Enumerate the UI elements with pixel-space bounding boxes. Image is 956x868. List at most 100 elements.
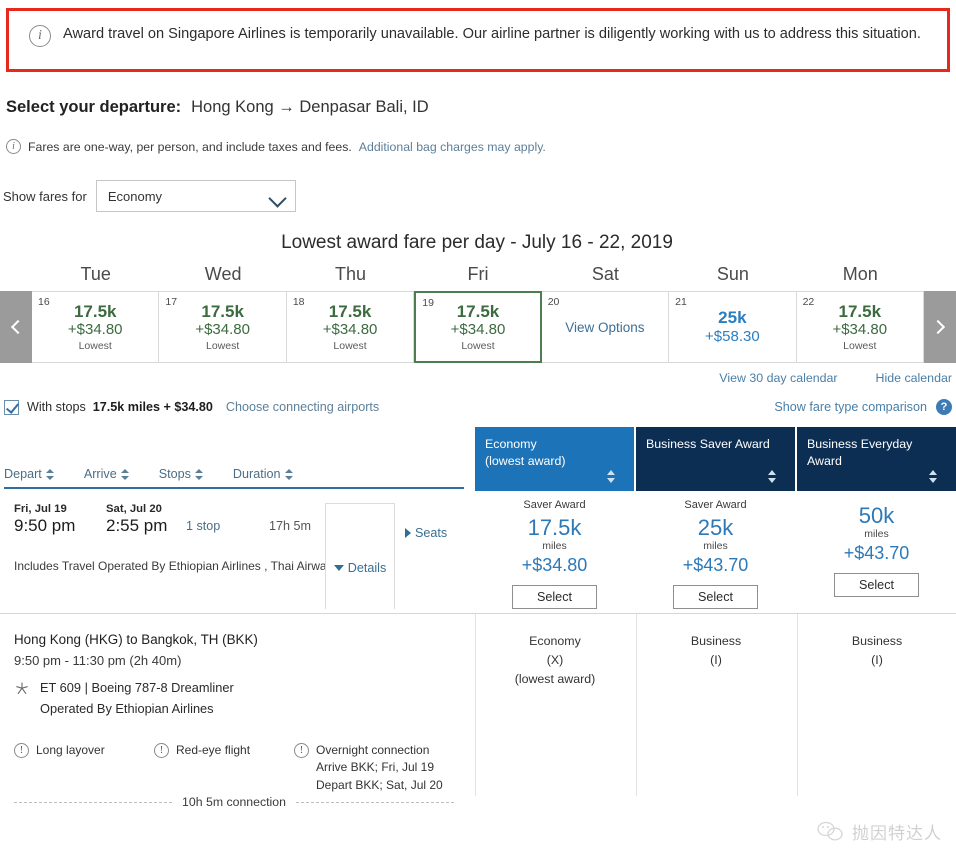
details-left-column: Hong Kong (HKG) to Bangkok, TH (BKK) 9:5… bbox=[0, 614, 468, 794]
fare-column-economy[interactable]: Economy (lowest award) bbox=[475, 427, 634, 491]
calendar-day-cell[interactable]: 21 25k +$58.30 bbox=[669, 291, 797, 363]
calendar-day-cell[interactable]: 22 17.5k +$34.80 Lowest bbox=[796, 291, 924, 363]
dashed-line-left bbox=[14, 801, 173, 803]
depart-date: Fri, Jul 19 bbox=[14, 503, 67, 515]
fare-column-subtitle: (lowest award) bbox=[485, 453, 566, 468]
alert-banner: i Award travel on Singapore Airlines is … bbox=[6, 8, 950, 72]
calendar-day-cell[interactable]: 16 17.5k +$34.80 Lowest bbox=[32, 291, 160, 363]
depart-time: 9:50 pm bbox=[14, 516, 76, 535]
day-note: Lowest bbox=[78, 340, 112, 353]
with-stops-checkbox[interactable] bbox=[4, 399, 19, 415]
seats-toggle[interactable]: Seats bbox=[405, 525, 447, 543]
sort-arrows-icon[interactable] bbox=[607, 470, 616, 483]
departure-route: Hong Kong → Denpasar Bali, ID bbox=[191, 98, 429, 116]
day-miles: 17.5k bbox=[838, 301, 882, 321]
cabin-class-select[interactable]: Economy bbox=[95, 180, 296, 212]
cabin-extra: (lowest award) bbox=[514, 672, 596, 687]
alert-icon: ! bbox=[294, 743, 309, 758]
calendar-title: Lowest award fare per day - July 16 - 22… bbox=[281, 232, 673, 253]
flight-number-aircraft: ET 609 | Boeing 787-8 Dreamliner bbox=[40, 680, 234, 695]
day-miles: 17.5k bbox=[328, 301, 372, 321]
note-overnight-connection: ! Overnight connection Arrive BKK; Fri, … bbox=[294, 742, 443, 794]
view-options-link[interactable]: View Options bbox=[565, 320, 644, 335]
day-number: 18 bbox=[292, 296, 305, 308]
cabin-code: (X) bbox=[546, 653, 564, 668]
sort-depart-label: Depart bbox=[4, 467, 42, 481]
fare-type-comparison-link[interactable]: Show fare type comparison bbox=[774, 400, 927, 414]
day-note: Lowest bbox=[333, 340, 367, 353]
day-miles: 17.5k bbox=[201, 301, 244, 321]
day-note: Lowest bbox=[205, 340, 240, 353]
fare-column-business-saver[interactable]: Business Saver Award bbox=[636, 427, 795, 491]
expanded-details-panel: Hong Kong (HKG) to Bangkok, TH (BKK) 9:5… bbox=[0, 613, 956, 813]
calendar-day-cell[interactable]: 17 17.5k +$34.80 Lowest bbox=[159, 291, 287, 363]
sort-stops[interactable]: Stops bbox=[159, 467, 203, 481]
watermark-text: 抛因特达人 bbox=[852, 824, 942, 843]
watermark: 抛因特达人 bbox=[816, 819, 942, 844]
fare-price-cells: Saver Award 17.5k miles +$34.80 Select S… bbox=[475, 491, 956, 610]
bag-charges-link[interactable]: Additional bag charges may apply. bbox=[359, 140, 546, 154]
arrive-date: Sat, Jul 20 bbox=[106, 503, 162, 515]
star-alliance-icon bbox=[16, 682, 28, 695]
fare-award-label: Saver Award bbox=[684, 499, 747, 511]
day-cash: +$34.80 bbox=[832, 321, 888, 339]
day-number: 20 bbox=[547, 296, 560, 308]
details-link[interactable]: Details bbox=[333, 526, 386, 609]
day-number: 21 bbox=[675, 296, 687, 308]
cabin-name: Economy bbox=[529, 634, 581, 648]
fare-cell-business-saver: Saver Award 25k miles +$43.70 Select bbox=[636, 491, 795, 610]
departure-heading: Select your departure: Hong Kong → Denpa… bbox=[6, 98, 956, 117]
fare-miles: 17.5k bbox=[527, 515, 582, 540]
seats-link[interactable]: Seats bbox=[405, 526, 447, 540]
sort-duration[interactable]: Duration bbox=[233, 467, 293, 481]
select-button-business-everyday[interactable]: Select bbox=[834, 573, 919, 598]
choose-connecting-airports-link[interactable]: Choose connecting airports bbox=[226, 400, 379, 414]
sort-arrows-icon[interactable] bbox=[929, 470, 938, 483]
dayname: Sat bbox=[591, 264, 619, 284]
calendar-day-cell[interactable]: 20 View Options bbox=[541, 291, 670, 363]
calendar-day-cell[interactable]: 18 17.5k +$34.80 Lowest bbox=[286, 291, 415, 363]
depart-cell: Fri, Jul 19 9:50 pm bbox=[14, 503, 106, 536]
dayname: Thu bbox=[335, 264, 367, 284]
sort-depart[interactable]: Depart bbox=[4, 467, 54, 481]
day-cash: +$34.80 bbox=[67, 321, 123, 339]
flight-result-row: Fri, Jul 19 9:50 pm Sat, Jul 20 2:55 pm … bbox=[0, 491, 956, 613]
fare-column-business-everyday[interactable]: Business Everyday Award bbox=[797, 427, 956, 491]
day-cash: +$34.80 bbox=[450, 321, 506, 339]
calendar-links: View 30 day calendar Hide calendar bbox=[0, 371, 956, 385]
calendar-daynames: Tue Wed Thu Fri Sat Sun Mon bbox=[0, 264, 956, 285]
seats-label: Seats bbox=[415, 526, 448, 540]
view-30-day-calendar-link[interactable]: View 30 day calendar bbox=[719, 371, 837, 385]
hide-calendar-link[interactable]: Hide calendar bbox=[876, 371, 952, 385]
segment-route: Hong Kong (HKG) to Bangkok, TH (BKK) bbox=[14, 632, 258, 647]
day-miles: 25k bbox=[718, 308, 747, 328]
calendar-next-button[interactable] bbox=[924, 291, 956, 363]
info-icon: i bbox=[29, 25, 51, 47]
cabin-class-value: Economy bbox=[107, 188, 163, 204]
fare-cash: +$43.70 bbox=[843, 543, 910, 564]
fare-column-title: Economy bbox=[485, 437, 537, 451]
flight-leg-info: Fri, Jul 19 9:50 pm Sat, Jul 20 2:55 pm … bbox=[14, 503, 349, 536]
operated-by: Operated By Ethiopian Airlines bbox=[40, 701, 214, 716]
select-button-business-saver[interactable]: Select bbox=[673, 585, 758, 610]
stops-value[interactable]: 1 stop bbox=[186, 503, 269, 533]
fare-cash: +$34.80 bbox=[521, 555, 588, 576]
select-button-economy[interactable]: Select bbox=[512, 585, 597, 610]
dayname: Wed bbox=[204, 264, 242, 284]
show-fares-label: Show fares for bbox=[3, 188, 87, 204]
show-fares-row: Show fares for Economy bbox=[3, 180, 956, 212]
fare-cell-economy: Saver Award 17.5k miles +$34.80 Select bbox=[475, 491, 634, 610]
fare-column-title: Business Everyday Award bbox=[807, 437, 913, 468]
calendar-day-cell-selected[interactable]: 19 17.5k +$34.80 Lowest bbox=[414, 291, 542, 363]
help-icon[interactable]: ? bbox=[936, 399, 952, 415]
calendar-prev-button[interactable] bbox=[0, 291, 32, 363]
sort-arrows-icon[interactable] bbox=[768, 470, 777, 483]
day-note: Lowest bbox=[461, 340, 495, 353]
dayname: Tue bbox=[80, 264, 111, 284]
note-text: Red-eye flight bbox=[176, 743, 251, 757]
connection-duration: 10h 5m connection bbox=[182, 795, 286, 809]
fares-note: i Fares are one-way, per person, and inc… bbox=[6, 139, 956, 154]
details-toggle-box[interactable]: Details bbox=[325, 503, 395, 609]
dayname: Fri bbox=[467, 264, 489, 284]
sort-arrive[interactable]: Arrive bbox=[84, 467, 129, 481]
